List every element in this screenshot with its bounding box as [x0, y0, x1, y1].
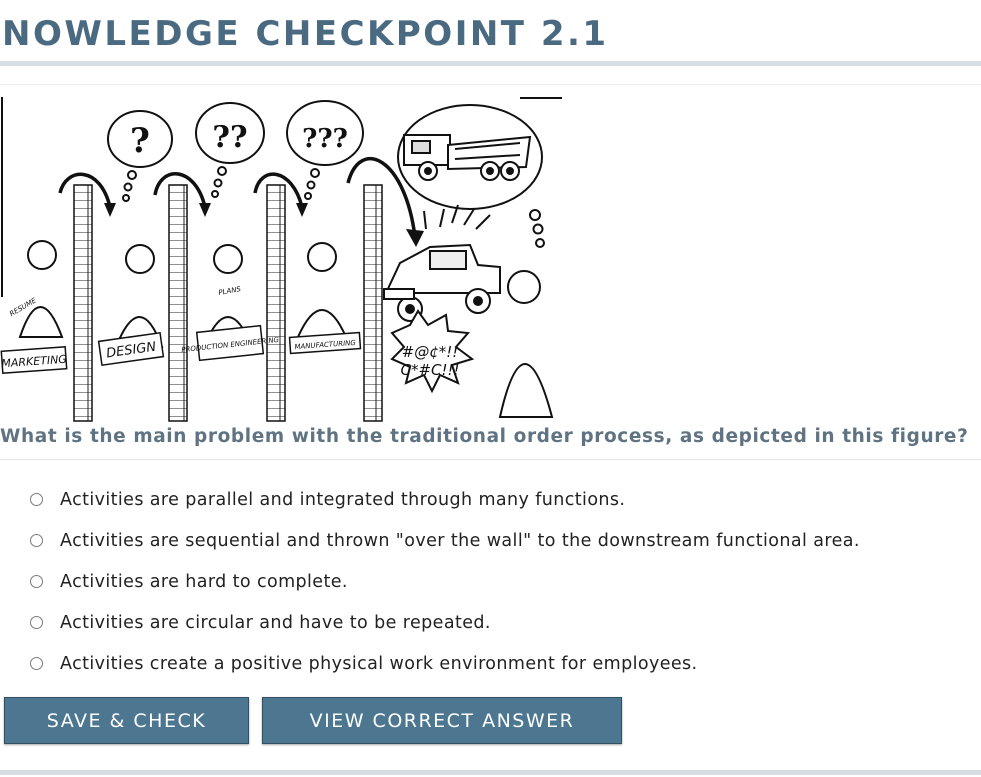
pickup-truck: [383, 243, 501, 322]
exclamation-line-2: C*#C!!!: [400, 361, 459, 379]
radio-button[interactable]: [30, 493, 43, 506]
answer-option-1[interactable]: Activities are parallel and integrated t…: [30, 479, 860, 520]
answer-option-label: Activities are sequential and thrown "ov…: [60, 530, 860, 551]
answer-options: Activities are parallel and integrated t…: [30, 479, 860, 684]
radio-button[interactable]: [30, 616, 43, 629]
title-divider-thin: [0, 84, 981, 85]
answer-option-5[interactable]: Activities create a positive physical wo…: [30, 643, 860, 684]
answer-option-label: Activities create a positive physical wo…: [60, 653, 698, 674]
radio-button[interactable]: [30, 575, 43, 588]
answer-option-label: Activities are circular and have to be r…: [60, 612, 491, 633]
answer-option-2[interactable]: Activities are sequential and thrown "ov…: [30, 520, 860, 561]
label-plans: PLANS: [218, 285, 242, 297]
radio-button[interactable]: [30, 534, 43, 547]
exclamation-line-1: #@¢*!!: [402, 343, 459, 361]
question-text: What is the main problem with the tradit…: [0, 426, 969, 447]
over-the-wall-cartoon: ? ?? ??? #@¢*!! C*#C!!! MARKETING DESIGN…: [0, 97, 562, 422]
answer-option-label: Activities are hard to complete.: [60, 571, 348, 592]
brick-wall-1: [73, 184, 93, 422]
question-marks-1: ?: [130, 121, 150, 161]
answer-option-4[interactable]: Activities are circular and have to be r…: [30, 602, 860, 643]
title-divider: [0, 61, 981, 66]
brick-wall-3: [266, 184, 286, 422]
bottom-divider: [0, 770, 981, 775]
question-marks-2: ??: [212, 120, 247, 155]
page-title: NOWLEDGE CHECKPOINT 2.1: [2, 14, 609, 54]
save-check-button[interactable]: SAVE & CHECK: [4, 697, 249, 744]
question-marks-3: ???: [302, 124, 348, 154]
answer-option-3[interactable]: Activities are hard to complete.: [30, 561, 860, 602]
view-correct-answer-button[interactable]: VIEW CORRECT ANSWER: [262, 697, 622, 744]
question-divider: [0, 459, 981, 460]
brick-wall-4: [363, 184, 383, 422]
brick-wall-2: [168, 184, 188, 422]
answer-option-label: Activities are parallel and integrated t…: [60, 489, 626, 510]
radio-button[interactable]: [30, 657, 43, 670]
